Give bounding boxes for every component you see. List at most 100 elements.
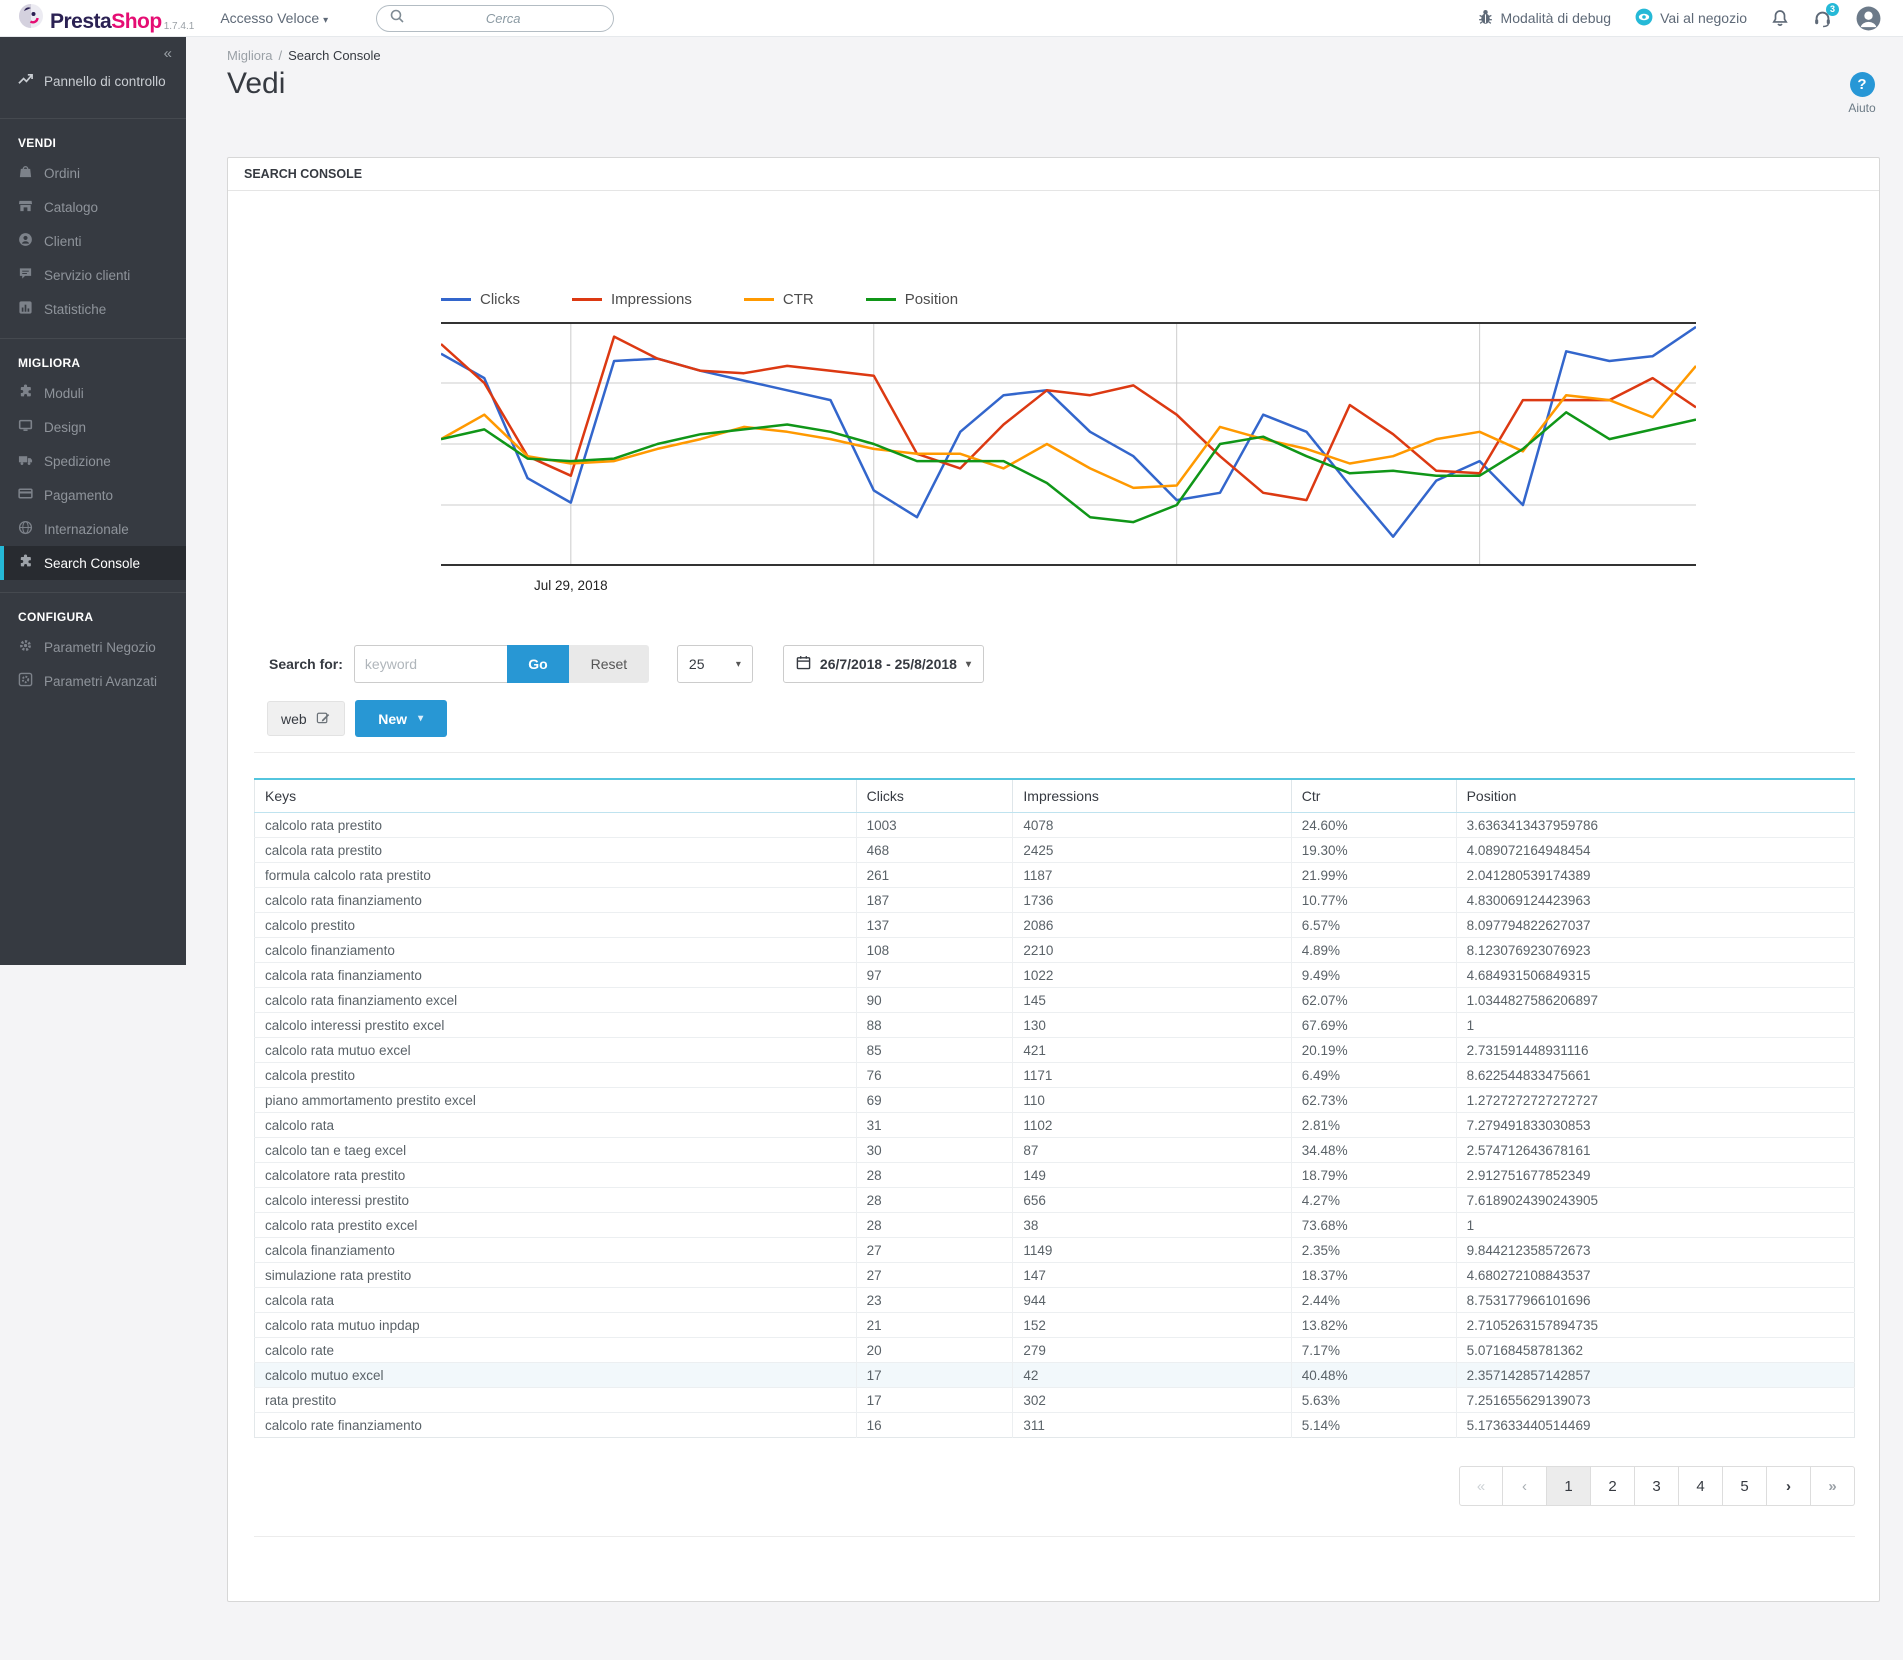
date-range-button[interactable]: 26/7/2018 - 25/8/2018 ▾ (783, 645, 984, 683)
last-page-button[interactable]: » (1811, 1466, 1855, 1506)
go-button[interactable]: Go (507, 645, 569, 683)
trending-up-icon (18, 72, 33, 90)
help-button[interactable]: ? Aiuto (1839, 72, 1885, 115)
table-cell: calcolatore rata prestito (255, 1163, 857, 1188)
table-row[interactable]: calcolatore rata prestito2814918.79%2.91… (255, 1163, 1855, 1188)
table-cell: 2.357142857142857 (1456, 1363, 1854, 1388)
breadcrumb-parent[interactable]: Migliora (227, 48, 273, 63)
sidebar-item-ordini[interactable]: Ordini (0, 156, 186, 190)
table-cell: calcola rata finanziamento (255, 963, 857, 988)
sidebar-item-spedizione[interactable]: Spedizione (0, 444, 186, 478)
avatar[interactable] (1856, 6, 1881, 31)
monitor-icon (18, 418, 33, 436)
table-cell: 85 (856, 1038, 1013, 1063)
table-row[interactable]: formula calcolo rata prestito261118721.9… (255, 863, 1855, 888)
table-cell: 5.173633440514469 (1456, 1413, 1854, 1438)
logo-text-presta: Presta (50, 10, 111, 34)
page-button-3[interactable]: 3 (1635, 1466, 1679, 1506)
table-row[interactable]: calcolo rate202797.17%5.07168458781362 (255, 1338, 1855, 1363)
table-cell: calcolo prestito (255, 913, 857, 938)
page-button-2[interactable]: 2 (1591, 1466, 1635, 1506)
logo-text-shop: Shop (111, 10, 162, 34)
sidebar-item-design[interactable]: Design (0, 410, 186, 444)
table-row[interactable]: rata prestito173025.63%7.251655629139073 (255, 1388, 1855, 1413)
keyword-input[interactable] (354, 645, 507, 683)
debug-mode-button[interactable]: Modalità di debug (1477, 8, 1612, 28)
sidebar-item-moduli[interactable]: Moduli (0, 376, 186, 410)
table-row[interactable]: calcola rata finanziamento9710229.49%4.6… (255, 963, 1855, 988)
notifications-bell-icon[interactable] (1771, 9, 1789, 27)
table-row[interactable]: piano ammortamento prestito excel6911062… (255, 1088, 1855, 1113)
table-cell: rata prestito (255, 1388, 857, 1413)
table-cell: 9.49% (1291, 963, 1456, 988)
web-filter-button[interactable]: web (267, 701, 345, 736)
breadcrumb: Migliora/Search Console (227, 48, 1880, 63)
sidebar-section-title-migliora: MIGLIORA (0, 339, 186, 376)
table-row[interactable]: calcolo rata finanziamento187173610.77%4… (255, 888, 1855, 913)
page-size-select[interactable]: 25 ▾ (677, 645, 753, 683)
table-row[interactable]: calcola rata239442.44%8.753177966101696 (255, 1288, 1855, 1313)
table-row[interactable]: calcolo interessi prestito286564.27%7.61… (255, 1188, 1855, 1213)
table-row[interactable]: calcolo interessi prestito excel8813067.… (255, 1013, 1855, 1038)
table-row[interactable]: calcolo tan e taeg excel308734.48%2.5747… (255, 1138, 1855, 1163)
sidebar-item-parametri-negozio[interactable]: Parametri Negozio (0, 630, 186, 664)
quick-access-menu[interactable]: Accesso Veloce▾ (220, 10, 328, 26)
table-cell: 1149 (1013, 1238, 1291, 1263)
page-button-4[interactable]: 4 (1679, 1466, 1723, 1506)
table-cell: 130 (1013, 1013, 1291, 1038)
sidebar-item-statistiche[interactable]: Statistiche (0, 292, 186, 326)
table-row[interactable]: calcolo rata prestito1003407824.60%3.636… (255, 813, 1855, 838)
keywords-table: KeysClicksImpressionsCtrPosition calcolo… (254, 778, 1855, 1438)
page-button-1[interactable]: 1 (1547, 1466, 1591, 1506)
table-row[interactable]: calcolo finanziamento10822104.89%8.12307… (255, 938, 1855, 963)
sidebar-item-servizio-clienti[interactable]: Servizio clienti (0, 258, 186, 292)
table-row[interactable]: calcolo rata mutuo inpdap2115213.82%2.71… (255, 1313, 1855, 1338)
table-row[interactable]: calcolo rata3111022.81%7.279491833030853 (255, 1113, 1855, 1138)
sidebar-collapse-button[interactable]: « (0, 37, 186, 62)
sidebar-item-dashboard[interactable]: Pannello di controllo (0, 62, 186, 106)
table-cell: 28 (856, 1213, 1013, 1238)
previous-page-button[interactable]: ‹ (1503, 1466, 1547, 1506)
view-shop-link[interactable]: Vai al negozio (1635, 8, 1747, 29)
page-button-5[interactable]: 5 (1723, 1466, 1767, 1506)
reset-button[interactable]: Reset (569, 645, 649, 683)
sidebar-item-parametri-avanzati[interactable]: Parametri Avanzati (0, 664, 186, 698)
divider (254, 752, 1855, 753)
sidebar-item-clienti[interactable]: Clienti (0, 224, 186, 258)
table-row[interactable]: calcola rata prestito468242519.30%4.0890… (255, 838, 1855, 863)
first-page-button[interactable]: « (1459, 1466, 1503, 1506)
table-cell: 76 (856, 1063, 1013, 1088)
table-cell: 2.731591448931116 (1456, 1038, 1854, 1063)
table-cell: 5.14% (1291, 1413, 1456, 1438)
table-row[interactable]: simulazione rata prestito2714718.37%4.68… (255, 1263, 1855, 1288)
gear-icon (18, 638, 33, 656)
new-button[interactable]: New ▾ (355, 700, 447, 737)
header-search-input[interactable] (405, 11, 601, 26)
pagination: «‹12345›» (254, 1466, 1855, 1506)
prestashop-logo[interactable]: PrestaShop 1.7.4.1 (18, 3, 194, 34)
column-header-position: Position (1456, 779, 1854, 813)
legend-swatch (572, 298, 602, 301)
table-row[interactable]: calcola prestito7611716.49%8.62254483347… (255, 1063, 1855, 1088)
sidebar-item-pagamento[interactable]: Pagamento (0, 478, 186, 512)
table-row[interactable]: calcolo mutuo excel174240.48%2.357142857… (255, 1363, 1855, 1388)
stats-icon (18, 300, 33, 318)
table-row[interactable]: calcolo rata prestito excel283873.68%1 (255, 1213, 1855, 1238)
sidebar-item-internazionale[interactable]: Internazionale (0, 512, 186, 546)
sidebar-item-catalogo[interactable]: Catalogo (0, 190, 186, 224)
tags-row: web New ▾ (267, 700, 1855, 737)
table-row[interactable]: calcolo rate finanziamento163115.14%5.17… (255, 1413, 1855, 1438)
support-headset-icon[interactable]: 3 (1813, 9, 1832, 28)
table-row[interactable]: calcolo prestito13720866.57%8.0977948226… (255, 913, 1855, 938)
table-cell: 3.6363413437959786 (1456, 813, 1854, 838)
table-cell: 302 (1013, 1388, 1291, 1413)
table-row[interactable]: calcolo rata finanziamento excel9014562.… (255, 988, 1855, 1013)
table-row[interactable]: calcolo rata mutuo excel8542120.19%2.731… (255, 1038, 1855, 1063)
table-cell: 28 (856, 1188, 1013, 1213)
next-page-button[interactable]: › (1767, 1466, 1811, 1506)
sidebar-item-search-console[interactable]: Search Console (0, 546, 186, 580)
table-row[interactable]: calcola finanziamento2711492.35%9.844212… (255, 1238, 1855, 1263)
help-question-icon: ? (1850, 72, 1875, 97)
table-cell: 1003 (856, 813, 1013, 838)
table-cell: 1022 (1013, 963, 1291, 988)
